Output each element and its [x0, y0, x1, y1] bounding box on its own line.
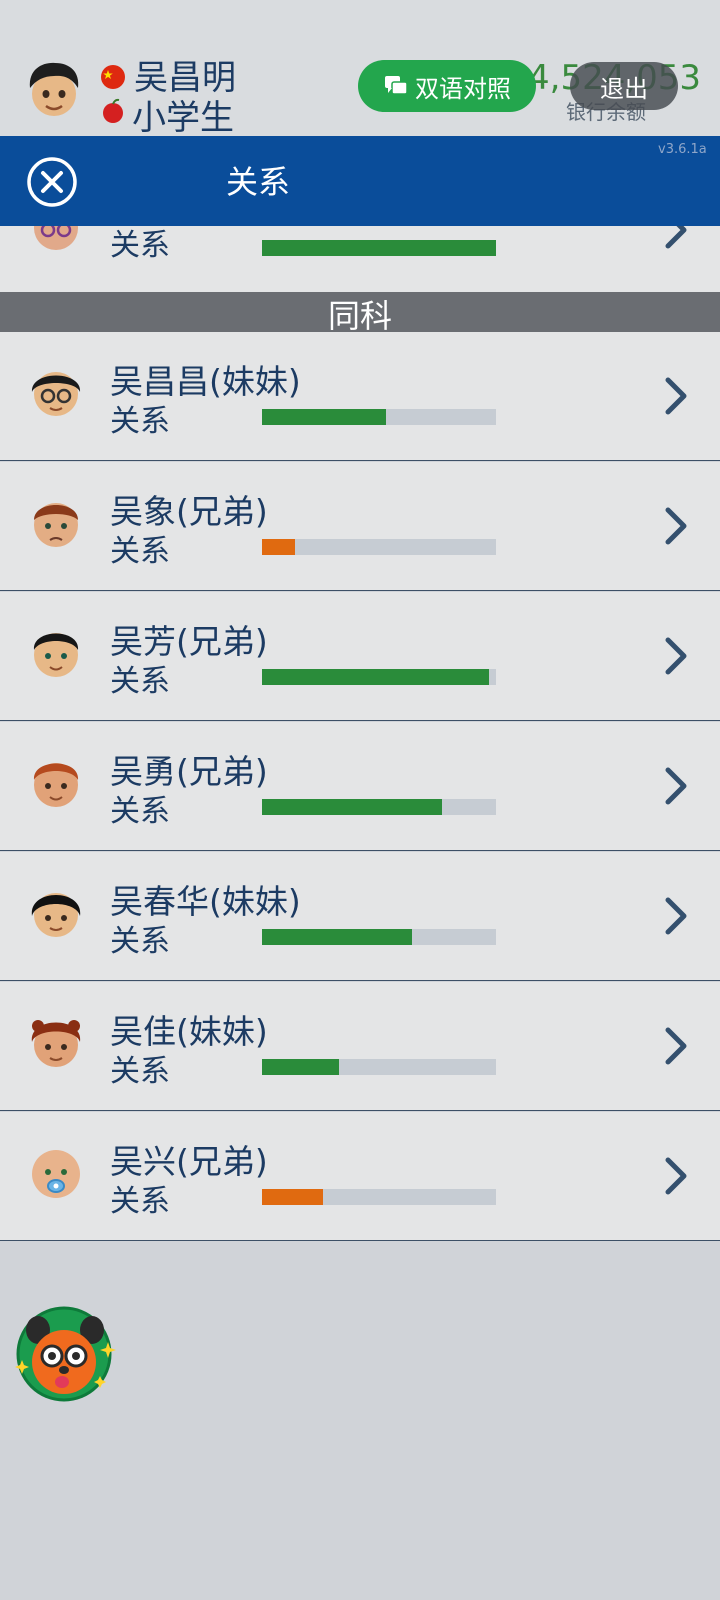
close-icon[interactable]: [26, 156, 78, 208]
chevron-right-icon: [665, 897, 687, 935]
apple-icon: [103, 98, 123, 123]
relationship-bar: [262, 240, 496, 256]
relationship-bar: [262, 669, 496, 685]
player-title: 小学生: [132, 98, 234, 138]
top-status-bar: 吴昌明 小学生 4,524,053 银行余额 双语对照 退出: [0, 0, 720, 138]
relationship-bar-fill: [262, 1059, 340, 1075]
exit-button-label: 退出: [600, 74, 648, 103]
glasses-girl-avatar: [31, 372, 81, 416]
page-title: 关系: [226, 163, 291, 201]
list-item[interactable]: 吴春华(妹妹) 关系: [0, 852, 720, 981]
list-item[interactable]: 吴昌昌(妹妹) 关系: [0, 332, 720, 461]
relationship-label: 关系: [110, 404, 170, 439]
chevron-right-icon: [665, 767, 687, 805]
relative-name: 吴象(兄弟): [110, 492, 268, 531]
chevron-right-icon: [665, 637, 687, 675]
relationship-bar: [262, 929, 496, 945]
dark-hair-boy-avatar: [33, 633, 79, 677]
relative-name: 吴兴(兄弟): [110, 1142, 268, 1181]
bilingual-toggle-button[interactable]: 双语对照: [358, 60, 536, 112]
relationship-bar: [262, 539, 496, 555]
relative-name: 吴春华(妹妹): [110, 882, 301, 921]
relationship-bar-fill: [262, 669, 489, 685]
bilingual-toggle-label: 双语对照: [415, 74, 511, 103]
relative-name: 吴芳(兄弟): [110, 622, 268, 661]
relationship-bar: [262, 799, 496, 815]
relationship-label: 关系: [110, 924, 170, 959]
relationship-label: 关系: [110, 534, 170, 569]
list-item[interactable]: 吴兴(兄弟) 关系: [0, 1112, 720, 1241]
relative-name: 吴佳(妹妹): [110, 1012, 268, 1051]
list-item[interactable]: 吴勇(兄弟) 关系: [0, 722, 720, 851]
relationship-bar-fill: [262, 1189, 323, 1205]
chevron-right-icon: [665, 507, 687, 545]
exit-button[interactable]: 退出: [570, 62, 678, 110]
list-item[interactable]: 吴芳(兄弟) 关系: [0, 592, 720, 721]
mascot-emote-button[interactable]: [14, 1304, 120, 1408]
relationship-label: 关系: [110, 228, 170, 263]
section-label: 同科: [327, 297, 392, 332]
relationship-bar-fill: [262, 409, 387, 425]
section-header-siblings: 同科: [0, 292, 720, 332]
relationship-label: 关系: [110, 664, 170, 699]
chat-bubbles-icon: [385, 76, 408, 95]
chevron-right-icon: [665, 1157, 687, 1195]
relationship-bar: [262, 1189, 496, 1205]
black-hair-girl-avatar: [31, 893, 81, 937]
title-bar: 关系: [0, 136, 720, 226]
relationship-bar: [262, 1059, 496, 1075]
relationship-label: 关系: [110, 1054, 170, 1089]
version-label: v3.6.1a: [658, 142, 707, 157]
player-avatar[interactable]: [22, 58, 86, 122]
red-hair-boy-avatar: [33, 763, 79, 807]
relative-name: 吴勇(兄弟): [110, 752, 268, 791]
list-item[interactable]: 关系: [0, 226, 720, 293]
relationship-bar-fill: [262, 240, 496, 256]
grandma-avatar: [34, 226, 78, 250]
list-item[interactable]: 吴佳(妹妹) 关系: [0, 982, 720, 1111]
chevron-right-icon: [665, 377, 687, 415]
china-flag-icon: [101, 65, 125, 89]
chevron-right-icon: [665, 226, 687, 249]
relationship-bar-fill: [262, 539, 295, 555]
baby-avatar: [32, 1150, 80, 1198]
curly-hair-girl-avatar: [31, 1020, 81, 1067]
relationship-label: 关系: [110, 1184, 170, 1219]
sad-boy-avatar: [34, 503, 78, 547]
relationship-bar: [262, 409, 496, 425]
relationship-bar-fill: [262, 799, 443, 815]
relationship-label: 关系: [110, 794, 170, 829]
player-name: 吴昌明: [134, 58, 236, 98]
chevron-right-icon: [665, 1027, 687, 1065]
list-item[interactable]: 吴象(兄弟) 关系: [0, 462, 720, 591]
relationship-bar-fill: [262, 929, 412, 945]
relative-name: 吴昌昌(妹妹): [110, 362, 301, 401]
